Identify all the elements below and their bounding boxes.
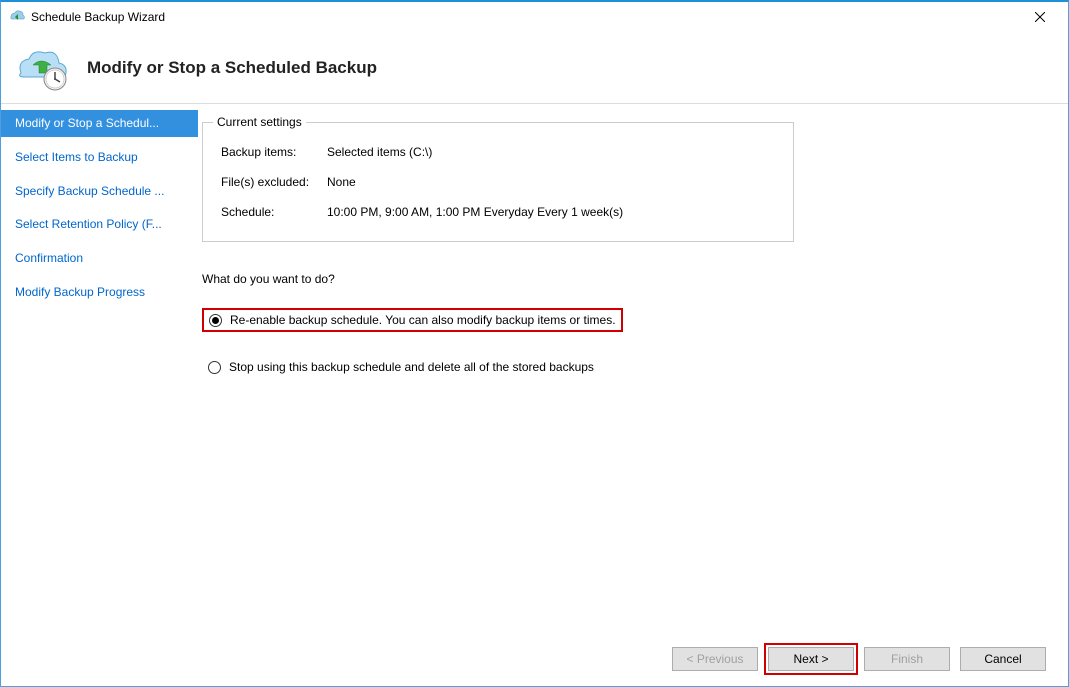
wizard-footer: < Previous Next > Finish Cancel xyxy=(1,632,1068,686)
backup-items-label: Backup items: xyxy=(221,145,327,159)
sidebar-step-retention-policy[interactable]: Select Retention Policy (F... xyxy=(1,211,198,238)
schedule-value: 10:00 PM, 9:00 AM, 1:00 PM Everyday Ever… xyxy=(327,205,775,219)
sidebar-step-modify-stop[interactable]: Modify or Stop a Schedul... xyxy=(1,110,198,137)
setting-row-files-excluded: File(s) excluded: None xyxy=(221,175,775,189)
radio-reenable[interactable] xyxy=(209,314,222,327)
wizard-window: Schedule Backup Wizard Modify or Stop a … xyxy=(0,0,1069,687)
wizard-body: Modify or Stop a Schedul... Select Items… xyxy=(1,104,1068,632)
setting-row-backup-items: Backup items: Selected items (C:\) xyxy=(221,145,775,159)
setting-row-schedule: Schedule: 10:00 PM, 9:00 AM, 1:00 PM Eve… xyxy=(221,205,775,219)
action-question: What do you want to do? xyxy=(202,272,1036,286)
files-excluded-label: File(s) excluded: xyxy=(221,175,327,189)
wizard-steps-sidebar: Modify or Stop a Schedul... Select Items… xyxy=(1,104,198,632)
option-stop[interactable]: Stop using this backup schedule and dele… xyxy=(202,356,1036,378)
cancel-button[interactable]: Cancel xyxy=(960,647,1046,671)
app-icon xyxy=(9,9,25,25)
sidebar-step-specify-schedule[interactable]: Specify Backup Schedule ... xyxy=(1,178,198,205)
option-reenable-label: Re-enable backup schedule. You can also … xyxy=(230,313,616,327)
option-reenable[interactable]: Re-enable backup schedule. You can also … xyxy=(202,308,623,332)
sidebar-step-select-items[interactable]: Select Items to Backup xyxy=(1,144,198,171)
close-button[interactable] xyxy=(1020,3,1060,31)
finish-button: Finish xyxy=(864,647,950,671)
option-stop-label: Stop using this backup schedule and dele… xyxy=(229,360,594,374)
titlebar: Schedule Backup Wizard xyxy=(1,2,1068,32)
page-title: Modify or Stop a Scheduled Backup xyxy=(87,58,377,78)
current-settings-legend: Current settings xyxy=(213,115,306,129)
next-button[interactable]: Next > xyxy=(768,647,854,671)
wizard-header: Modify or Stop a Scheduled Backup xyxy=(1,32,1068,104)
wizard-content: Current settings Backup items: Selected … xyxy=(198,104,1068,632)
radio-stop[interactable] xyxy=(208,361,221,374)
current-settings-group: Current settings Backup items: Selected … xyxy=(202,122,794,242)
sidebar-step-modify-progress[interactable]: Modify Backup Progress xyxy=(1,279,198,306)
close-icon xyxy=(1035,12,1045,22)
schedule-label: Schedule: xyxy=(221,205,327,219)
sidebar-step-confirmation[interactable]: Confirmation xyxy=(1,245,198,272)
backup-cloud-icon xyxy=(13,43,73,93)
window-title: Schedule Backup Wizard xyxy=(31,10,1020,24)
files-excluded-value: None xyxy=(327,175,775,189)
previous-button: < Previous xyxy=(672,647,758,671)
backup-items-value: Selected items (C:\) xyxy=(327,145,775,159)
